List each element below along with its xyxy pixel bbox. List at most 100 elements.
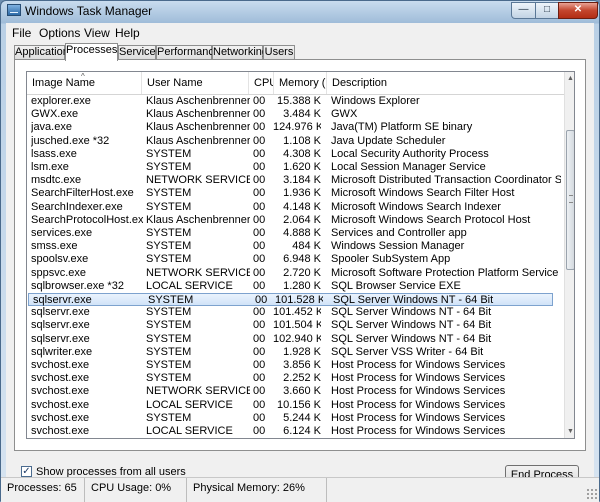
process-user-name: SYSTEM	[146, 227, 192, 239]
process-row[interactable]: lsm.exe SYSTEM 00 1.620 K Local Session Mana…	[27, 161, 552, 174]
process-user-name: SYSTEM	[146, 147, 192, 160]
menu-help[interactable]: Help	[115, 26, 140, 40]
process-image-name: GWX.exe	[31, 108, 79, 121]
process-row[interactable]: svchost.exe SYSTEM 00 2.252 K Host Process f…	[27, 372, 552, 385]
process-row[interactable]: sqlservr.exe SYSTEM 00 101.452 K SQL Server …	[27, 306, 552, 319]
process-description: SQL Server Windows NT - 64 Bit	[331, 306, 492, 319]
scroll-up-icon[interactable]: ▲	[565, 73, 574, 84]
process-image-name: services.exe	[31, 227, 93, 239]
process-row[interactable]: sqlservr.exe SYSTEM 00 102.940 K SQL Server …	[27, 333, 552, 346]
column-user-name[interactable]: User Name	[142, 72, 249, 94]
process-description: Microsoft Windows Search Indexer	[331, 200, 501, 213]
process-row[interactable]: sqlbrowser.exe *32 LOCAL SERVICE 00 1.280 K…	[27, 280, 552, 293]
process-row[interactable]: services.exe SYSTEM 00 4.888 K Services and …	[27, 227, 552, 240]
process-cpu: 00	[253, 306, 266, 319]
process-row[interactable]: sqlservr.exe SYSTEM 00 101.528 K SQL Server …	[28, 293, 553, 306]
process-user-name: Klaus Aschenbrenner	[146, 95, 250, 107]
tab-networking[interactable]: Networking	[212, 45, 268, 60]
process-row[interactable]: SearchFilterHost.exe SYSTEM 00 1.936 K Micro…	[27, 187, 552, 200]
process-description: Windows Explorer	[331, 95, 420, 107]
column-image-name[interactable]: ^ Image Name	[27, 72, 142, 94]
show-all-processes-checkbox[interactable]: ✓	[21, 466, 32, 477]
process-user-name: SYSTEM	[148, 294, 194, 306]
process-memory: 10.156 K	[276, 398, 321, 411]
process-description: Spooler SubSystem App	[331, 253, 451, 266]
process-cpu: 00	[253, 161, 266, 173]
process-row[interactable]: msdtc.exe NETWORK SERVICE 00 3.184 K Microso…	[27, 174, 561, 187]
process-user-name: NETWORK SERVICE	[146, 385, 250, 398]
process-description: Services and Controller app	[331, 227, 467, 239]
process-user-name: LOCAL SERVICE	[146, 398, 233, 411]
status-cpu-usage: CPU Usage: 0%	[85, 478, 187, 502]
process-user-name: SYSTEM	[146, 200, 192, 213]
menu-view[interactable]: View	[84, 26, 110, 40]
process-cpu: 00	[253, 95, 266, 107]
grip-icon	[569, 195, 573, 203]
process-memory: 102.940 K	[273, 332, 321, 345]
column-description[interactable]: Description	[327, 72, 564, 94]
process-description: Microsoft Windows Search Filter Host	[331, 187, 515, 200]
minimize-button[interactable]: —	[511, 2, 536, 19]
process-row[interactable]: GWX.exe Klaus Aschenbrenner 00 3.484 K GWX	[27, 108, 552, 121]
process-image-name: sqlwriter.exe	[31, 345, 93, 358]
tab-services[interactable]: Services	[118, 45, 161, 60]
process-image-name: SearchProtocolHost.exe	[31, 213, 143, 226]
process-row[interactable]: explorer.exe Klaus Aschenbrenner 00 15.388 …	[27, 95, 552, 108]
vertical-scrollbar[interactable]: ▲ ▼	[564, 72, 574, 438]
process-row[interactable]: java.exe Klaus Aschenbrenner 00 124.976 K Ja…	[27, 121, 552, 134]
process-image-name: svchost.exe	[31, 425, 90, 437]
process-image-name: msdtc.exe	[31, 174, 82, 187]
process-cpu: 00	[253, 385, 266, 398]
process-description: Host Process for Windows Services	[331, 359, 506, 371]
process-image-name: SearchFilterHost.exe	[31, 187, 134, 200]
process-cpu: 00	[253, 121, 266, 134]
scroll-thumb[interactable]	[566, 130, 574, 270]
title-bar[interactable]: Windows Task Manager — □ ✕	[1, 1, 599, 21]
tab-processes[interactable]: Processes	[65, 43, 118, 61]
process-row[interactable]: svchost.exe LOCAL SERVICE 00 6.124 K Host Pr…	[27, 425, 552, 438]
menu-file[interactable]: File	[12, 26, 31, 40]
process-row[interactable]: svchost.exe SYSTEM 00 5.244 K Host Process f…	[27, 412, 552, 425]
process-description: Local Security Authority Process	[331, 147, 489, 160]
process-row[interactable]: spoolsv.exe SYSTEM 00 6.948 K Spooler SubSys…	[27, 253, 552, 266]
process-row[interactable]: svchost.exe SYSTEM 00 3.856 K Host Process f…	[27, 359, 552, 372]
process-user-name: SYSTEM	[146, 306, 192, 319]
maximize-button[interactable]: □	[535, 2, 559, 19]
process-row[interactable]: smss.exe SYSTEM 00 484 K Windows Session Man…	[27, 240, 552, 253]
process-cpu: 00	[253, 359, 266, 371]
process-row[interactable]: sqlservr.exe SYSTEM 00 101.504 K SQL Server …	[27, 319, 552, 332]
process-list[interactable]: ^ Image Name User Name CPU Memory (... D…	[26, 71, 575, 439]
tab-applications[interactable]: Applications	[14, 45, 74, 60]
process-user-name: NETWORK SERVICE	[146, 174, 250, 187]
resize-grip-icon[interactable]	[586, 488, 597, 499]
process-memory: 101.528 K	[275, 294, 323, 306]
process-user-name: Klaus Aschenbrenner	[146, 121, 250, 134]
process-row[interactable]: jusched.exe *32 Klaus Aschenbrenner 00 1.10…	[27, 135, 552, 148]
process-memory: 3.184 K	[283, 174, 321, 187]
process-row[interactable]: SearchProtocolHost.exe Klaus Aschenbrenne…	[27, 214, 552, 227]
process-description: SQL Server Windows NT - 64 Bit	[331, 332, 492, 345]
process-image-name: sqlservr.exe	[31, 306, 90, 319]
process-row[interactable]: lsass.exe SYSTEM 00 4.308 K Local Security A…	[27, 148, 552, 161]
process-row[interactable]: sqlwriter.exe SYSTEM 00 1.928 K SQL Server V…	[27, 346, 552, 359]
process-row[interactable]: svchost.exe NETWORK SERVICE 00 3.660 K Host …	[27, 385, 552, 398]
tab-performance[interactable]: Performance	[156, 45, 220, 60]
close-button[interactable]: ✕	[558, 2, 598, 19]
process-row[interactable]: sppsvc.exe NETWORK SERVICE 00 2.720 K Micros…	[27, 267, 558, 280]
process-row[interactable]: svchost.exe LOCAL SERVICE 00 10.156 K Host P…	[27, 399, 552, 412]
process-image-name: svchost.exe	[31, 411, 90, 424]
process-description: SQL Server VSS Writer - 64 Bit	[331, 345, 484, 358]
process-memory: 6.948 K	[283, 253, 321, 266]
tab-users[interactable]: Users	[263, 45, 295, 60]
process-image-name: sqlservr.exe	[33, 294, 92, 306]
process-cpu: 00	[253, 174, 266, 187]
column-memory[interactable]: Memory (...	[274, 72, 327, 94]
process-row[interactable]: SearchIndexer.exe SYSTEM 00 4.148 K Microsof…	[27, 201, 552, 214]
column-cpu[interactable]: CPU	[249, 72, 274, 94]
process-image-name: lsass.exe	[31, 147, 77, 160]
process-image-name: jusched.exe *32	[31, 134, 110, 147]
scroll-down-icon[interactable]: ▼	[565, 426, 574, 437]
menu-options[interactable]: Options	[39, 26, 80, 40]
process-user-name: SYSTEM	[146, 187, 192, 200]
process-memory: 4.148 K	[283, 200, 321, 213]
